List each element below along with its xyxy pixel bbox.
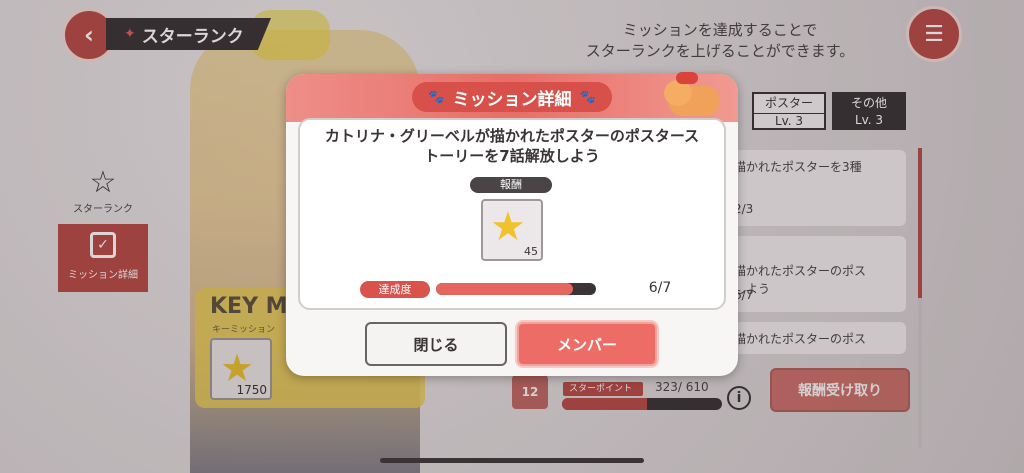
progress-count: 6/7 [648,280,672,296]
progress-label: 達成度 [360,281,430,298]
modal-title: 🐾 ミッション詳細 🐾 [412,82,612,112]
reward-item: ★ 45 [481,199,543,261]
progress-bar [436,283,596,295]
mission-description: カトリナ・グリーベルが描かれたポスターのポスターストーリーを7話解放しよう [324,127,700,165]
sleeping-cat-icon [660,72,730,120]
progress-fill [436,283,574,295]
star-icon: ★ [490,204,526,250]
member-button[interactable]: メンバー [517,322,657,366]
paw-icon: 🐾 [428,89,445,105]
paw-icon: 🐾 [579,89,596,105]
home-indicator[interactable] [380,458,644,463]
cat-bow [676,72,698,84]
close-button[interactable]: 閉じる [365,322,507,366]
reward-label: 報酬 [470,177,552,193]
